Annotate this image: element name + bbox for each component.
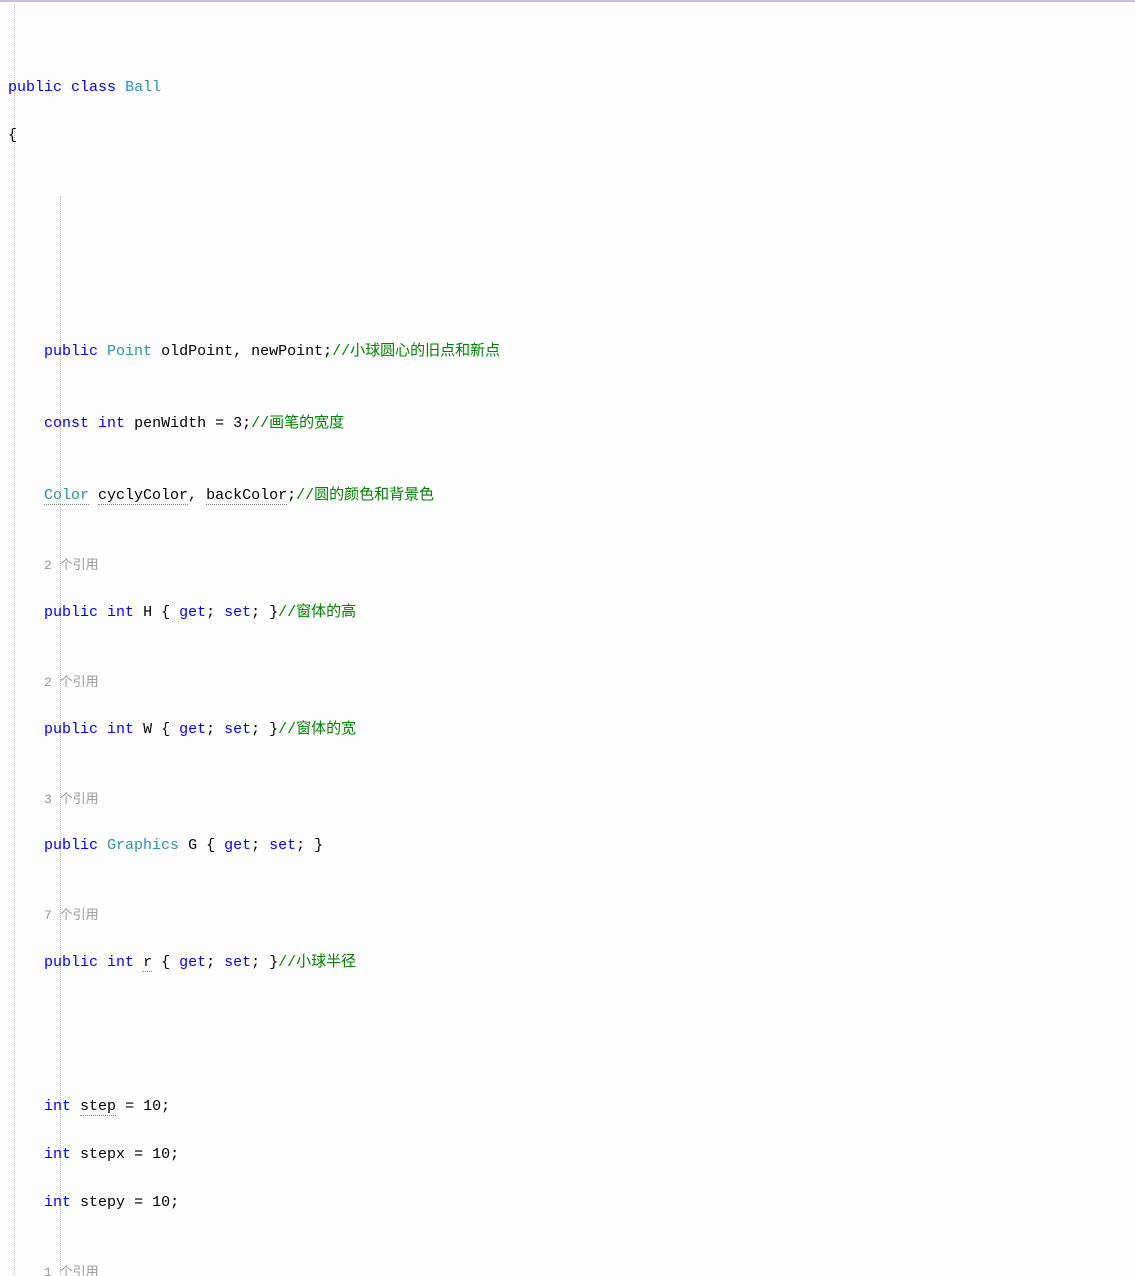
field-step: int step = 10; xyxy=(8,1095,1135,1119)
code-editor[interactable]: public class Ball { public Point oldPoin… xyxy=(0,4,1135,1276)
field-penwidth: const int penWidth = 3;//画笔的宽度 xyxy=(8,412,1135,436)
prop-W: public int W { get; set; }//窗体的宽 xyxy=(8,718,1135,742)
prop-H: public int H { get; set; }//窗体的高 xyxy=(8,601,1135,625)
field-stepy: int stepy = 10; xyxy=(8,1191,1135,1215)
codelens-ref[interactable]: 3 个引用 xyxy=(8,790,1135,811)
prop-G: public Graphics G { get; set; } xyxy=(8,834,1135,858)
codelens-ref[interactable]: 2 个引用 xyxy=(8,556,1135,577)
blank-line xyxy=(8,268,1135,292)
open-brace: { xyxy=(8,124,1135,148)
class-declaration: public class Ball xyxy=(8,76,1135,100)
field-point: public Point oldPoint, newPoint;//小球圆心的旧… xyxy=(8,340,1135,364)
prop-r: public int r { get; set; }//小球半径 xyxy=(8,951,1135,975)
blank-line xyxy=(8,1023,1135,1047)
field-colors: Color cyclyColor, backColor;//圆的颜色和背景色 xyxy=(8,484,1135,508)
codelens-ref[interactable]: 7 个引用 xyxy=(8,906,1135,927)
codelens-ref[interactable]: 1 个引用 xyxy=(8,1263,1135,1276)
field-stepx: int stepx = 10; xyxy=(8,1143,1135,1167)
codelens-ref[interactable]: 2 个引用 xyxy=(8,673,1135,694)
